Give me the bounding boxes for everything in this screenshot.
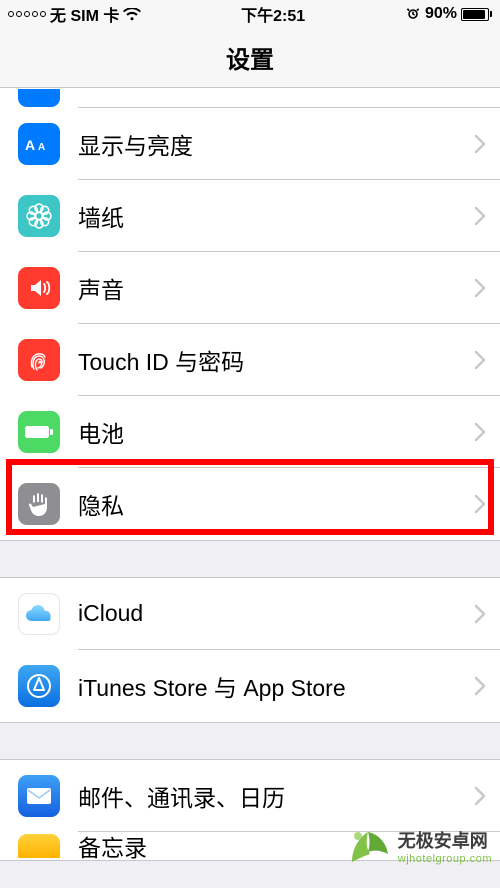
chevron-right-icon [474, 422, 486, 442]
row-label: 隐私 [78, 487, 474, 521]
wifi-icon [123, 8, 141, 21]
row-label: iTunes Store 与 App Store [78, 669, 474, 703]
carrier-label: 无 SIM 卡 [50, 2, 119, 26]
chevron-right-icon [474, 786, 486, 806]
settings-group-account: iCloud iTunes Store 与 App Store [0, 577, 500, 723]
hand-icon [18, 483, 60, 525]
chevron-right-icon [474, 278, 486, 298]
row-label: 墙纸 [78, 199, 474, 233]
watermark-logo-icon [344, 822, 392, 870]
svg-text:A: A [25, 137, 35, 153]
row-icloud[interactable]: iCloud [0, 578, 500, 650]
chevron-right-icon [474, 494, 486, 514]
battery-icon [18, 411, 60, 453]
row-sounds[interactable]: 声音 [0, 252, 500, 324]
row-label: iCloud [78, 600, 474, 627]
svg-text:A: A [38, 142, 45, 153]
watermark-url: wjhotelgroup.com [398, 853, 492, 865]
battery-percent: 90% [425, 5, 457, 23]
chevron-right-icon [474, 350, 486, 370]
row-label: 电池 [78, 415, 474, 449]
mail-icon [18, 775, 60, 817]
clock: 下午2:51 [241, 2, 305, 26]
row-wallpaper[interactable]: 墙纸 [0, 180, 500, 252]
text-size-icon: AA [18, 123, 60, 165]
settings-group-general: AA 显示与亮度 墙纸 声音 [0, 88, 500, 541]
battery-icon [461, 8, 492, 21]
alarm-icon [405, 6, 421, 22]
row-label: 邮件、通讯录、日历 [78, 779, 474, 813]
watermark: 无极安卓网 wjhotelgroup.com [344, 822, 492, 870]
row-display-brightness[interactable]: AA 显示与亮度 [0, 108, 500, 180]
chevron-right-icon [474, 206, 486, 226]
speaker-icon [18, 267, 60, 309]
page-title: 设置 [226, 40, 274, 75]
row-privacy[interactable]: 隐私 [0, 468, 500, 540]
status-left: 无 SIM 卡 [8, 2, 141, 26]
row-itunes-appstore[interactable]: iTunes Store 与 App Store [0, 650, 500, 722]
row-label: 声音 [78, 271, 474, 305]
status-right: 90% [405, 5, 492, 23]
cloud-icon [18, 593, 60, 635]
nav-bar: 设置 [0, 28, 500, 88]
row-touch-id[interactable]: Touch ID 与密码 [0, 324, 500, 396]
general-icon [18, 89, 60, 107]
notes-icon [18, 834, 60, 858]
row-partial-top[interactable] [0, 88, 500, 108]
signal-dots-icon [8, 11, 46, 17]
row-battery[interactable]: 电池 [0, 396, 500, 468]
row-label: 显示与亮度 [78, 127, 474, 161]
chevron-right-icon [474, 676, 486, 696]
appstore-icon [18, 665, 60, 707]
flower-icon [18, 195, 60, 237]
fingerprint-icon [18, 339, 60, 381]
chevron-right-icon [474, 604, 486, 624]
status-bar: 无 SIM 卡 下午2:51 90% [0, 0, 500, 28]
watermark-title: 无极安卓网 [398, 827, 488, 853]
settings-list[interactable]: AA 显示与亮度 墙纸 声音 [0, 88, 500, 861]
row-label: Touch ID 与密码 [78, 343, 474, 377]
chevron-right-icon [474, 134, 486, 154]
